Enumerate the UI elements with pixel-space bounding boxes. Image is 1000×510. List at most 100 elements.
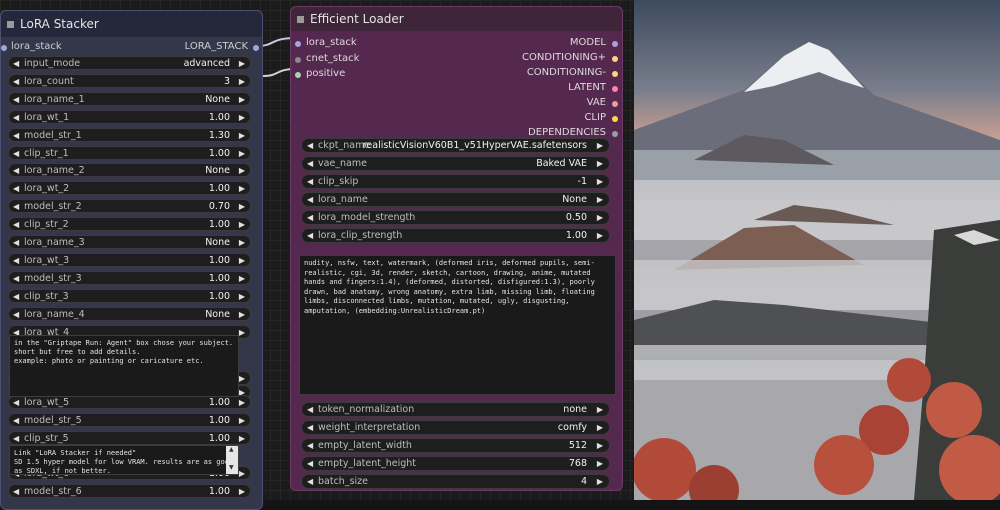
decrement-arrow-icon[interactable]: ◀ [307, 475, 313, 489]
lora-widget-input_mode[interactable]: ◀ input_mode advanced ▶ [8, 56, 251, 70]
note-textbox-1[interactable]: in the "Griptape Run: Agent" box chose y… [9, 335, 239, 397]
loader-widget-lora_model_strength[interactable]: ◀ lora_model_strength 0.50 ▶ [301, 210, 610, 225]
lora-widget-model_str_1[interactable]: ◀ model_str_1 1.30 ▶ [8, 127, 251, 142]
decrement-arrow-icon[interactable]: ◀ [13, 254, 19, 267]
decrement-arrow-icon[interactable]: ◀ [13, 396, 19, 409]
lora-widget-clip_str_1[interactable]: ◀ clip_str_1 1.00 ▶ [8, 145, 251, 160]
lora-widget-model_str_5[interactable]: ◀ model_str_5 1.00 ▶ [8, 413, 251, 427]
decrement-arrow-icon[interactable]: ◀ [13, 182, 19, 195]
lora-widget-lora_name_3[interactable]: ◀ lora_name_3 None ▶ [8, 235, 251, 249]
loader-widget-token_normalization[interactable]: ◀ token_normalization none ▶ [301, 402, 610, 417]
increment-arrow-icon[interactable]: ▶ [597, 211, 603, 225]
decrement-arrow-icon[interactable]: ◀ [307, 421, 313, 435]
decrement-arrow-icon[interactable]: ◀ [307, 229, 313, 243]
loader-widget-batch_size[interactable]: ◀ batch_size 4 ▶ [301, 474, 610, 489]
increment-arrow-icon[interactable]: ▶ [239, 414, 245, 427]
loader-widget-vae_name[interactable]: ◀ vae_name Baked VAE ▶ [301, 156, 610, 171]
lora-widget-lora_name_1[interactable]: ◀ lora_name_1 None ▶ [8, 91, 251, 106]
increment-arrow-icon[interactable]: ▶ [597, 157, 603, 171]
decrement-arrow-icon[interactable]: ◀ [13, 485, 19, 498]
efficient-loader-title[interactable]: Efficient Loader [291, 7, 622, 31]
decrement-arrow-icon[interactable]: ◀ [13, 200, 19, 213]
increment-arrow-icon[interactable]: ▶ [239, 272, 245, 285]
lora-widget-clip_str_3[interactable]: ◀ clip_str_3 1.00 ▶ [8, 288, 251, 303]
increment-arrow-icon[interactable]: ▶ [597, 193, 603, 207]
increment-arrow-icon[interactable]: ▶ [597, 475, 603, 489]
loader-widget-ckpt_name[interactable]: ◀ ckpt_name realisticVisionV60B1_v51HyperV… [301, 138, 610, 153]
decrement-arrow-icon[interactable]: ◀ [13, 432, 19, 445]
note-textbox-2[interactable]: Link "LoRA Stacker if needed" SD 1.5 hyp… [9, 445, 239, 475]
loader-widget-lora_clip_strength[interactable]: ◀ lora_clip_strength 1.00 ▶ [301, 228, 610, 243]
decrement-arrow-icon[interactable]: ◀ [13, 75, 19, 88]
lora-widget-lora_wt_2[interactable]: ◀ lora_wt_2 1.00 ▶ [8, 181, 251, 196]
decrement-arrow-icon[interactable]: ◀ [13, 57, 19, 70]
lora-widget-model_str_2[interactable]: ◀ model_str_2 0.70 ▶ [8, 199, 251, 214]
output-socket-latent[interactable] [612, 86, 618, 92]
decrement-arrow-icon[interactable]: ◀ [13, 111, 19, 124]
increment-arrow-icon[interactable]: ▶ [597, 139, 603, 153]
decrement-arrow-icon[interactable]: ◀ [307, 457, 313, 471]
increment-arrow-icon[interactable]: ▶ [239, 57, 245, 70]
lora-widget-lora_wt_3[interactable]: ◀ lora_wt_3 1.00 ▶ [8, 252, 251, 267]
lora-widget-model_str_3[interactable]: ◀ model_str_3 1.00 ▶ [8, 270, 251, 285]
decrement-arrow-icon[interactable]: ◀ [13, 218, 19, 231]
lora-widget-lora_wt_5[interactable]: ◀ lora_wt_5 1.00 ▶ [8, 395, 251, 409]
increment-arrow-icon[interactable]: ▶ [239, 308, 245, 321]
increment-arrow-icon[interactable]: ▶ [239, 182, 245, 195]
increment-arrow-icon[interactable]: ▶ [239, 164, 245, 177]
decrement-arrow-icon[interactable]: ◀ [307, 175, 313, 189]
output-socket-clip[interactable] [612, 116, 618, 122]
lora-widget-lora_wt_1[interactable]: ◀ lora_wt_1 1.00 ▶ [8, 109, 251, 124]
loader-widget-clip_skip[interactable]: ◀ clip_skip -1 ▶ [301, 174, 610, 189]
decrement-arrow-icon[interactable]: ◀ [13, 308, 19, 321]
lora-stack-input-socket[interactable] [1, 45, 7, 51]
increment-arrow-icon[interactable]: ▶ [239, 290, 245, 303]
input-socket-positive[interactable] [295, 72, 301, 78]
lora-widget-lora_name_4[interactable]: ◀ lora_name_4 None ▶ [8, 306, 251, 321]
increment-arrow-icon[interactable]: ▶ [239, 93, 245, 106]
increment-arrow-icon[interactable]: ▶ [597, 229, 603, 243]
increment-arrow-icon[interactable]: ▶ [239, 326, 245, 339]
output-socket-conditioning-[interactable] [612, 71, 618, 77]
increment-arrow-icon[interactable]: ▶ [239, 75, 245, 88]
increment-arrow-icon[interactable]: ▶ [597, 439, 603, 453]
collapse-icon[interactable] [7, 21, 14, 28]
decrement-arrow-icon[interactable]: ◀ [13, 272, 19, 285]
increment-arrow-icon[interactable]: ▶ [597, 403, 603, 417]
decrement-arrow-icon[interactable]: ◀ [307, 403, 313, 417]
increment-arrow-icon[interactable]: ▶ [239, 372, 245, 385]
decrement-arrow-icon[interactable]: ◀ [307, 139, 313, 153]
decrement-arrow-icon[interactable]: ◀ [307, 439, 313, 453]
loader-widget-empty_latent_height[interactable]: ◀ empty_latent_height 768 ▶ [301, 456, 610, 471]
loader-widget-weight_interpretation[interactable]: ◀ weight_interpretation comfy ▶ [301, 420, 610, 435]
output-socket-conditioning-[interactable] [612, 56, 618, 62]
increment-arrow-icon[interactable]: ▶ [597, 457, 603, 471]
increment-arrow-icon[interactable]: ▶ [597, 175, 603, 189]
scroll-up-icon[interactable]: ▲ [229, 446, 234, 453]
increment-arrow-icon[interactable]: ▶ [239, 129, 245, 142]
loader-widget-empty_latent_width[interactable]: ◀ empty_latent_width 512 ▶ [301, 438, 610, 453]
decrement-arrow-icon[interactable]: ◀ [13, 290, 19, 303]
decrement-arrow-icon[interactable]: ◀ [307, 157, 313, 171]
note-2-scrollbar[interactable]: ▲ ▼ [226, 446, 238, 474]
increment-arrow-icon[interactable]: ▶ [239, 254, 245, 267]
negative-prompt-textbox[interactable]: nudity, nsfw, text, watermark, (deformed… [299, 255, 616, 395]
decrement-arrow-icon[interactable]: ◀ [13, 164, 19, 177]
lora-stack-output-socket[interactable] [253, 45, 259, 51]
lora-widget-lora_count[interactable]: ◀ lora_count 3 ▶ [8, 73, 251, 88]
increment-arrow-icon[interactable]: ▶ [239, 467, 245, 480]
decrement-arrow-icon[interactable]: ◀ [13, 414, 19, 427]
decrement-arrow-icon[interactable]: ◀ [13, 147, 19, 160]
increment-arrow-icon[interactable]: ▶ [239, 147, 245, 160]
increment-arrow-icon[interactable]: ▶ [239, 485, 245, 498]
lora-widget-clip_str_5[interactable]: ◀ clip_str_5 1.00 ▶ [8, 431, 251, 445]
increment-arrow-icon[interactable]: ▶ [239, 200, 245, 213]
lora-stacker-title[interactable]: LoRA Stacker [1, 11, 262, 37]
decrement-arrow-icon[interactable]: ◀ [307, 211, 313, 225]
scroll-down-icon[interactable]: ▼ [229, 464, 234, 471]
increment-arrow-icon[interactable]: ▶ [239, 111, 245, 124]
increment-arrow-icon[interactable]: ▶ [239, 236, 245, 249]
output-socket-vae[interactable] [612, 101, 618, 107]
output-socket-dependencies[interactable] [612, 131, 618, 137]
output-socket-model[interactable] [612, 41, 618, 47]
